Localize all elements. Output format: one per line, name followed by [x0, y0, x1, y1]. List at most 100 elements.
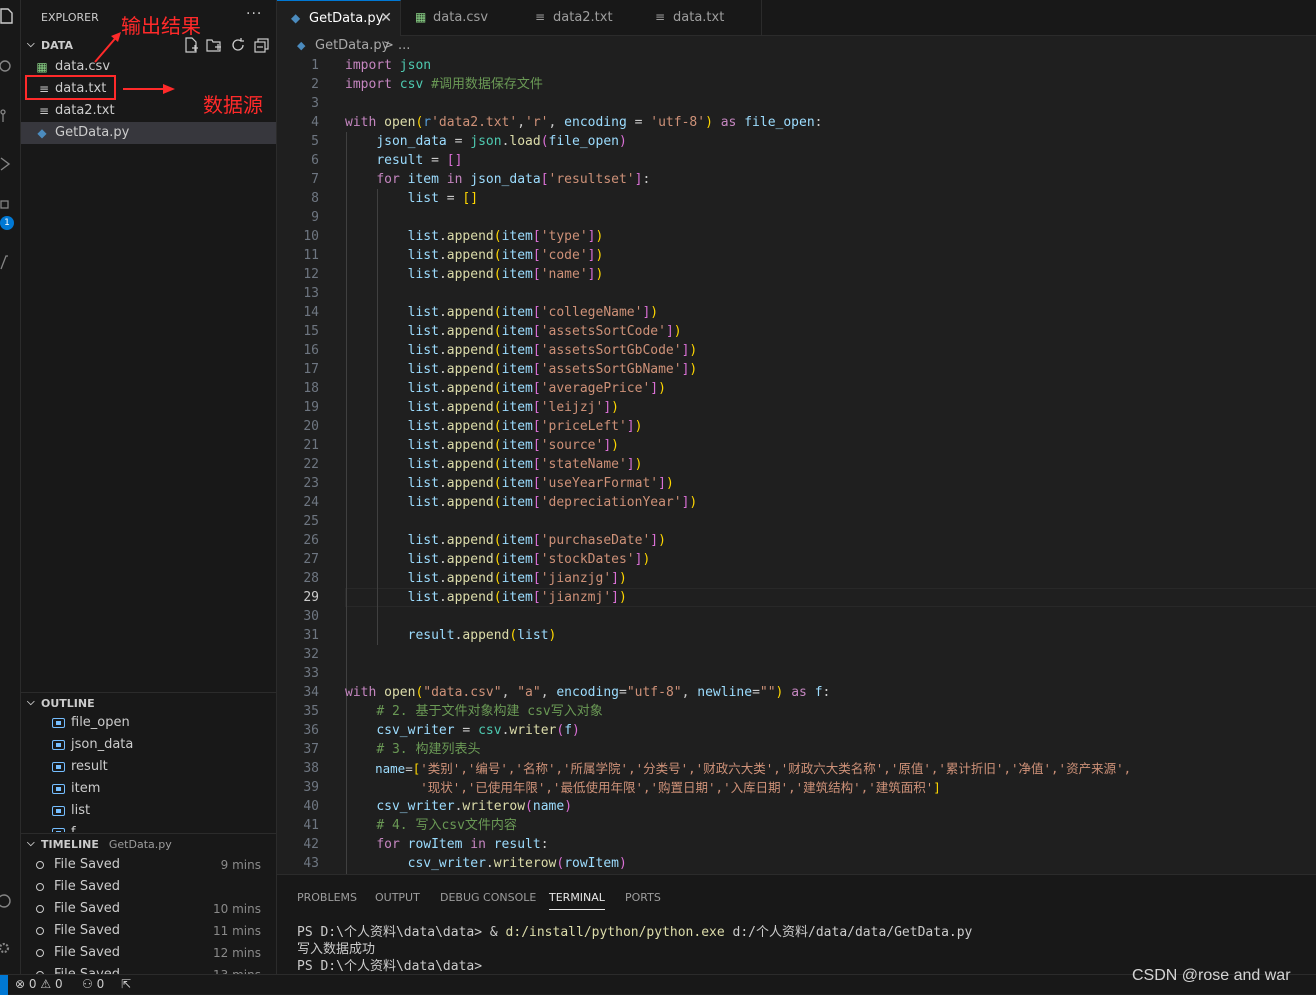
timeline-item[interactable]: File Saved 13 mins [21, 964, 276, 974]
code-line: list.append(item['jianzjg']) [407, 571, 627, 586]
timeline-header[interactable]: ⌵ TIMELINE GetData.py [21, 833, 276, 856]
code-line: # 3. 构建列表头 [376, 742, 481, 757]
line-number: 19 [303, 400, 319, 415]
error-count: 0 [28, 977, 37, 991]
outline-item[interactable]: json_data [21, 734, 276, 756]
extensions-icon[interactable] [0, 198, 14, 214]
tab-label: data2.txt [553, 10, 613, 25]
line-number: 6 [311, 153, 319, 168]
code-line: list.append(item['assetsSortGbCode']) [407, 343, 698, 358]
bottom-panel: PROBLEMS OUTPUT DEBUG CONSOLE TERMINAL P… [277, 874, 1316, 975]
new-folder-icon[interactable] [206, 37, 222, 53]
breadcrumb-rest[interactable]: > ... [383, 36, 410, 56]
testing-icon[interactable] [0, 254, 14, 270]
timeline-label: File Saved [54, 923, 121, 938]
line-number: 21 [303, 438, 319, 453]
remote-indicator[interactable] [0, 975, 8, 995]
tab-getdata-py[interactable]: ◆ GetData.py ✕ [277, 0, 401, 36]
problems-status[interactable]: ⊗ 0 ⚠ 0 [15, 977, 63, 991]
tab-label: data.csv [433, 10, 489, 25]
line-number: 27 [303, 552, 319, 567]
line-number: 16 [303, 343, 319, 358]
code-editor[interactable]: 1 2 3 4 5 6 7 8 9 10 11 12 13 14 15 16 17 18 19 20 21 22 23 24 2… [277, 56, 1316, 874]
timeline-label: File Saved [54, 879, 121, 894]
code-line: json_data = json.load(file_open) [376, 134, 627, 149]
code-line: list.append(item['useYearFormat']) [407, 476, 674, 491]
tab-output[interactable]: OUTPUT [375, 891, 420, 909]
highlight-box [25, 75, 116, 100]
timeline-time: 13 mins [213, 964, 261, 974]
code-line: csv_writer.writerow(name) [376, 799, 573, 814]
timeline-item[interactable]: File Saved 11 mins [21, 920, 276, 942]
timeline-item[interactable]: File Saved 10 mins [21, 898, 276, 920]
outline-item[interactable]: file_open [21, 712, 276, 734]
tab-data-csv[interactable]: ▦ data.csv [401, 0, 522, 35]
settings-gear-icon[interactable] [0, 940, 14, 956]
code-line: csv_writer = csv.writer(f) [376, 723, 580, 738]
line-number: 2 [311, 77, 319, 92]
tab-data2-txt[interactable]: ≡ data2.txt [521, 0, 642, 35]
line-number: 11 [303, 248, 319, 263]
code-line: list.append(item['assetsSortCode']) [407, 324, 682, 339]
run-debug-icon[interactable] [0, 156, 14, 172]
annotation-source-label: 数据源 [203, 93, 263, 117]
code-line: # 4. 写入csv文件内容 [376, 818, 517, 833]
outline-item[interactable]: f [21, 822, 276, 832]
warning-icon: ⚠ [40, 977, 52, 991]
debug-launch-icon[interactable]: ⇱ [121, 977, 131, 991]
tab-problems[interactable]: PROBLEMS [297, 891, 357, 909]
line-number: 4 [311, 115, 319, 130]
tab-terminal[interactable]: TERMINAL [549, 891, 605, 910]
search-icon[interactable] [0, 58, 14, 74]
editor-tabs: ◆ GetData.py ✕ ▦ data.csv ≡ data2.txt ≡ … [277, 0, 1316, 36]
tab-data-txt[interactable]: ≡ data.txt [641, 0, 762, 35]
variable-icon [52, 762, 65, 772]
source-control-icon[interactable] [0, 108, 14, 124]
code-line: list.append(item['jianzmj']) [407, 590, 627, 605]
code-line: list.append(item['stockDates']) [407, 552, 651, 567]
more-actions-icon[interactable]: ··· [246, 6, 262, 22]
code-line: # 2. 基于文件对象构建 csv写入对象 [376, 704, 603, 719]
ports-status[interactable]: ⚇ 0 [82, 977, 104, 991]
timeline-item[interactable]: File Saved 12 mins [21, 942, 276, 964]
new-file-icon[interactable] [183, 37, 199, 53]
python-file-icon: ◆ [291, 11, 301, 25]
line-number: 26 [303, 533, 319, 548]
explorer-icon[interactable] [0, 8, 14, 24]
line-number: 24 [303, 495, 319, 510]
code-line: list.append(item['code']) [407, 248, 604, 263]
tab-ports[interactable]: PORTS [625, 891, 661, 909]
close-icon[interactable]: ✕ [380, 1, 392, 36]
refresh-icon[interactable] [230, 37, 246, 53]
breadcrumb-file[interactable]: GetData.py [315, 36, 389, 56]
outline-item[interactable]: result [21, 756, 276, 778]
activity-bar: 1 [0, 0, 21, 974]
line-number: 3 [311, 96, 319, 111]
collapse-all-icon[interactable] [254, 37, 270, 53]
terminal-line: PS D:\个人资料\data\data> & d:/install/pytho… [297, 925, 973, 940]
circle-icon [36, 949, 44, 957]
line-number: 34 [303, 685, 319, 700]
outline-item[interactable]: list [21, 800, 276, 822]
timeline-label: File Saved [54, 945, 121, 960]
line-number: 38 [303, 761, 319, 776]
explorer-title: EXPLORER [41, 11, 99, 24]
timeline-item[interactable]: File Saved [21, 876, 276, 898]
outline-item[interactable]: item [21, 778, 276, 800]
outline-title: OUTLINE [41, 697, 95, 710]
line-number: 14 [303, 305, 319, 320]
variable-icon [52, 828, 65, 832]
warning-count: 0 [54, 977, 63, 991]
outline-label: f [71, 822, 76, 832]
circle-icon [36, 905, 44, 913]
account-icon[interactable] [0, 893, 14, 909]
outline-label: item [71, 781, 101, 796]
timeline-item[interactable]: File Saved 9 mins [21, 854, 276, 876]
code-line: result = [] [376, 153, 463, 168]
line-number: 37 [303, 742, 319, 757]
code-line: for item in json_data['resultset']: [376, 172, 651, 187]
line-number: 13 [303, 286, 319, 301]
tab-debug-console[interactable]: DEBUG CONSOLE [440, 891, 536, 909]
outline-label: list [71, 803, 91, 818]
file-item-getdata-py[interactable]: ◆ GetData.py [21, 122, 276, 144]
